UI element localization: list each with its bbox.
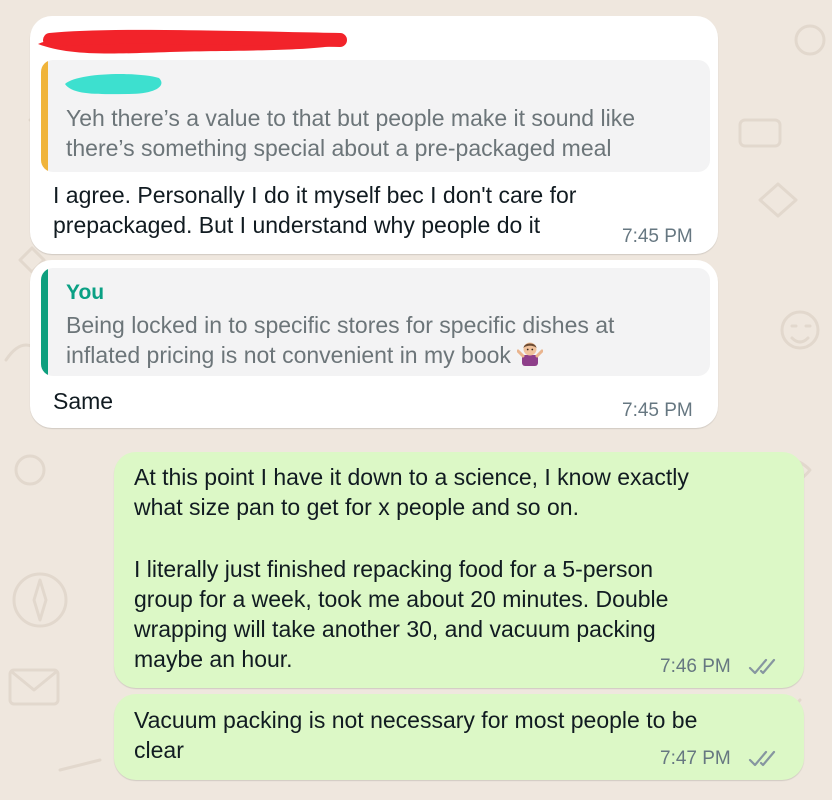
read-double-tick-icon xyxy=(748,658,776,675)
person-shrugging-icon xyxy=(516,342,543,366)
incoming-message-1[interactable]: Yeh there’s a value to that but people m… xyxy=(30,16,718,254)
message-text-line-4: I literally just finished repacking food… xyxy=(134,556,654,582)
quote-accent-bar xyxy=(41,268,48,376)
message-timestamp: 7:45 PM xyxy=(622,226,693,247)
outgoing-message-1[interactable]: At this point I have it down to a scienc… xyxy=(114,452,804,688)
quote-author-redaction xyxy=(65,74,162,95)
incoming-message-2[interactable]: You Being locked in to specific stores f… xyxy=(30,260,718,428)
message-text-line-1: I agree. Personally I do it myself bec I… xyxy=(53,182,577,208)
message-text-line-2: prepackaged. But I understand why people… xyxy=(53,212,541,238)
message-text-line-1: Vacuum packing is not necessary for most… xyxy=(134,707,698,733)
read-double-tick-icon xyxy=(748,750,776,767)
quoted-text-line-1: Yeh there’s a value to that but people m… xyxy=(66,105,636,131)
message-text-line-5: group for a week, took me about 20 minut… xyxy=(134,586,669,612)
sender-name-redaction xyxy=(38,29,347,54)
outgoing-message-2[interactable]: Vacuum packing is not necessary for most… xyxy=(114,694,804,780)
quoted-text-line-2: there’s something special about a pre-pa… xyxy=(66,135,612,161)
quoted-text-line-1: Being locked in to specific stores for s… xyxy=(66,312,615,338)
quote-accent-bar xyxy=(41,60,48,172)
quote-author: You xyxy=(66,281,105,304)
message-timestamp: 7:47 PM xyxy=(660,748,731,769)
quoted-message[interactable]: You Being locked in to specific stores f… xyxy=(41,268,710,376)
message-text-line-6: wrapping will take another 30, and vacuu… xyxy=(134,616,656,642)
message-timestamp: 7:46 PM xyxy=(660,656,731,677)
message-text-line-2: what size pan to get for x people and so… xyxy=(134,494,579,520)
message-timestamp: 7:45 PM xyxy=(622,400,693,421)
quoted-text-line-2: inflated pricing is not convenient in my… xyxy=(66,340,543,370)
message-text-line-7: maybe an hour. xyxy=(134,646,293,672)
quoted-message[interactable]: Yeh there’s a value to that but people m… xyxy=(41,60,710,172)
message-text-line-1: At this point I have it down to a scienc… xyxy=(134,464,689,490)
message-text-line-2: clear xyxy=(134,737,184,763)
quoted-text-line-2-text: inflated pricing is not convenient in my… xyxy=(66,342,511,368)
message-text-line-1: Same xyxy=(53,388,114,414)
